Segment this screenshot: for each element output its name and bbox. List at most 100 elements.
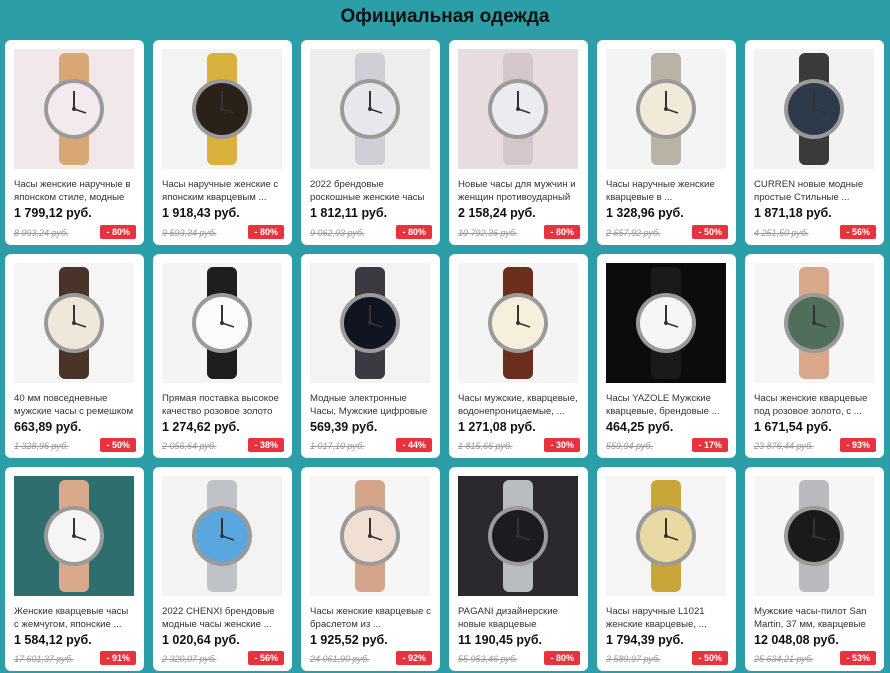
product-card[interactable]: Женские кварцевые часы с жемчугом, японс… xyxy=(5,467,144,671)
product-price: 1 020,64 руб. xyxy=(162,633,240,647)
discount-badge: - 80% xyxy=(248,225,284,239)
discount-badge: - 30% xyxy=(544,438,580,452)
watch-icon xyxy=(162,49,282,169)
product-image[interactable] xyxy=(14,476,134,596)
product-image[interactable] xyxy=(14,263,134,383)
product-card[interactable]: Часы наручные женские с японским кварцев… xyxy=(153,40,292,245)
product-image[interactable] xyxy=(310,263,430,383)
product-name[interactable]: Часы мужские, кварцевые, водонепроницаем… xyxy=(458,392,579,418)
product-card[interactable]: Мужские часы-пилот San Martin, 37 мм, кв… xyxy=(745,467,884,671)
product-card[interactable]: 2022 CHENXI брендовые модные часы женски… xyxy=(153,467,292,671)
product-name[interactable]: Мужские часы-пилот San Martin, 37 мм, кв… xyxy=(754,605,875,631)
watch-icon xyxy=(14,476,134,596)
product-price: 569,39 руб. xyxy=(310,420,378,434)
product-price: 464,25 руб. xyxy=(606,420,674,434)
discount-badge: - 53% xyxy=(840,651,876,665)
watch-icon xyxy=(754,476,874,596)
product-card[interactable]: PAGANI дизайнерские новые кварцевые мужс… xyxy=(449,467,588,671)
product-card[interactable]: Часы наручные женские кварцевые в ... 1 … xyxy=(597,40,736,245)
product-name[interactable]: Часы YAZOLE Мужские кварцевые, брендовые… xyxy=(606,392,727,418)
product-old-price: 4 251,50 руб. xyxy=(754,228,809,238)
product-price: 1 799,12 руб. xyxy=(14,206,92,220)
product-image[interactable] xyxy=(754,49,874,169)
product-image[interactable] xyxy=(458,49,578,169)
discount-badge: - 91% xyxy=(100,651,136,665)
product-old-price: 23 876,44 руб. xyxy=(754,441,814,451)
watch-icon xyxy=(458,263,578,383)
product-card[interactable]: Часы женские наручные в японском стиле, … xyxy=(5,40,144,245)
product-old-price: 559,94 руб. xyxy=(606,441,653,451)
watch-icon xyxy=(606,476,726,596)
product-name[interactable]: Новые часы для мужчин и женщин противоуд… xyxy=(458,178,579,204)
product-name[interactable]: Женские кварцевые часы с жемчугом, японс… xyxy=(14,605,135,631)
product-old-price: 1 328,96 руб. xyxy=(14,441,69,451)
discount-badge: - 80% xyxy=(544,651,580,665)
product-name[interactable]: Часы женские наручные в японском стиле, … xyxy=(14,178,135,204)
product-name[interactable]: Прямая поставка высокое качество розовое… xyxy=(162,392,283,418)
watch-icon xyxy=(754,49,874,169)
watch-icon xyxy=(310,263,430,383)
product-card[interactable]: 40 мм повседневные мужские часы с ремешк… xyxy=(5,254,144,458)
product-price: 1 271,08 руб. xyxy=(458,420,536,434)
watch-icon xyxy=(458,476,578,596)
product-old-price: 1 815,66 руб. xyxy=(458,441,513,451)
product-image[interactable] xyxy=(458,476,578,596)
product-old-price: 2 320,07 руб. xyxy=(162,654,217,664)
discount-badge: - 38% xyxy=(248,438,284,452)
product-image[interactable] xyxy=(458,263,578,383)
product-old-price: 17 601,37 руб. xyxy=(14,654,74,664)
product-image[interactable] xyxy=(606,263,726,383)
product-image[interactable] xyxy=(162,476,282,596)
product-old-price: 2 657,92 руб. xyxy=(606,228,661,238)
discount-badge: - 80% xyxy=(396,225,432,239)
product-image[interactable] xyxy=(606,476,726,596)
product-card[interactable]: CURREN новые модные простые Стильные ...… xyxy=(745,40,884,245)
product-price: 1 274,62 руб. xyxy=(162,420,240,434)
product-old-price: 2 056,64 руб. xyxy=(162,441,217,451)
product-image[interactable] xyxy=(310,49,430,169)
product-name[interactable]: 2022 CHENXI брендовые модные часы женски… xyxy=(162,605,283,631)
product-name[interactable]: PAGANI дизайнерские новые кварцевые мужс… xyxy=(458,605,579,631)
watch-icon xyxy=(606,263,726,383)
product-price: 1 671,54 руб. xyxy=(754,420,832,434)
product-name[interactable]: Часы наручные L1021 женские кварцевые, .… xyxy=(606,605,727,631)
product-old-price: 1 017,10 руб. xyxy=(310,441,365,451)
discount-badge: - 44% xyxy=(396,438,432,452)
product-old-price: 10 792,36 руб. xyxy=(458,228,518,238)
watch-icon xyxy=(458,49,578,169)
product-name[interactable]: CURREN новые модные простые Стильные ... xyxy=(754,178,875,204)
product-name[interactable]: 40 мм повседневные мужские часы с ремешк… xyxy=(14,392,135,418)
product-card[interactable]: Часы женские кварцевые с браслетом из ..… xyxy=(301,467,440,671)
product-card[interactable]: Часы YAZOLE Мужские кварцевые, брендовые… xyxy=(597,254,736,458)
product-price: 12 048,08 руб. xyxy=(754,633,839,647)
product-card[interactable]: Часы наручные L1021 женские кварцевые, .… xyxy=(597,467,736,671)
product-name[interactable]: Часы наручные женские кварцевые в ... xyxy=(606,178,727,204)
product-card[interactable]: Прямая поставка высокое качество розовое… xyxy=(153,254,292,458)
product-old-price: 25 634,21 руб. xyxy=(754,654,814,664)
product-image[interactable] xyxy=(14,49,134,169)
product-price: 1 794,39 руб. xyxy=(606,633,684,647)
product-card[interactable]: Часы мужские, кварцевые, водонепроницаем… xyxy=(449,254,588,458)
product-name[interactable]: Часы наручные женские с японским кварцев… xyxy=(162,178,283,204)
product-image[interactable] xyxy=(754,263,874,383)
product-card[interactable]: Часы женские кварцевые под розовое золот… xyxy=(745,254,884,458)
product-name[interactable]: Часы женские кварцевые с браслетом из ..… xyxy=(310,605,431,631)
discount-badge: - 93% xyxy=(840,438,876,452)
product-old-price: 9 062,93 руб. xyxy=(310,228,365,238)
product-image[interactable] xyxy=(310,476,430,596)
discount-badge: - 92% xyxy=(396,651,432,665)
product-name[interactable]: Модные электронные Часы, Мужские цифровы… xyxy=(310,392,431,418)
product-card[interactable]: 2022 брендовые роскошные женские часы ..… xyxy=(301,40,440,245)
product-name[interactable]: Часы женские кварцевые под розовое золот… xyxy=(754,392,875,418)
product-image[interactable] xyxy=(162,49,282,169)
product-grid: Часы женские наручные в японском стиле, … xyxy=(5,40,884,671)
product-image[interactable] xyxy=(754,476,874,596)
product-name[interactable]: 2022 брендовые роскошные женские часы ..… xyxy=(310,178,431,204)
product-price: 1 812,11 руб. xyxy=(310,206,388,220)
product-image[interactable] xyxy=(606,49,726,169)
product-price: 1 918,43 руб. xyxy=(162,206,240,220)
page-title: Официальная одежда xyxy=(340,6,550,27)
product-card[interactable]: Модные электронные Часы, Мужские цифровы… xyxy=(301,254,440,458)
product-card[interactable]: Новые часы для мужчин и женщин противоуд… xyxy=(449,40,588,245)
product-image[interactable] xyxy=(162,263,282,383)
